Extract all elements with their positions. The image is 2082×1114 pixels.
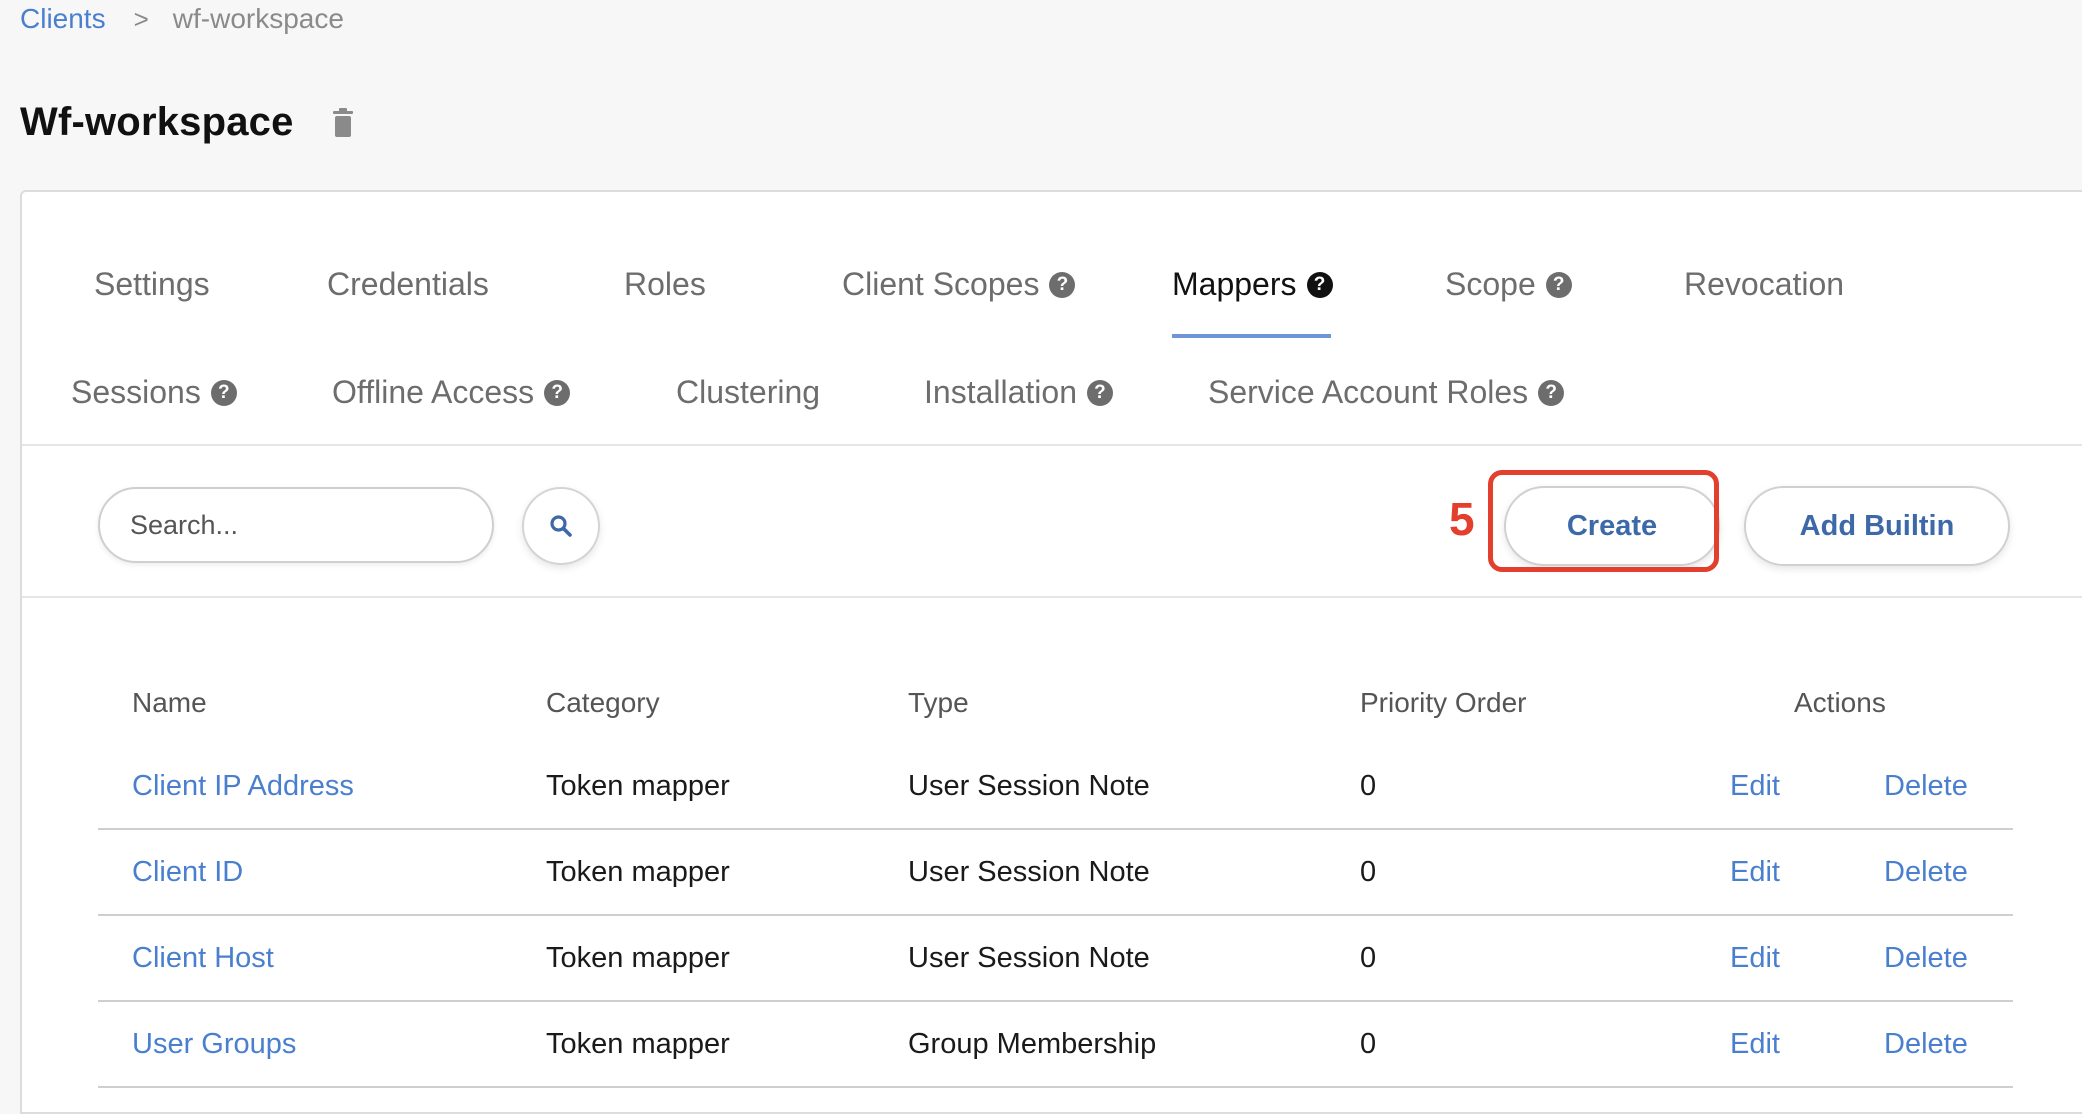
tab-installation[interactable]: Installation ?: [924, 374, 1113, 411]
mapper-name-link[interactable]: User Groups: [132, 1028, 296, 1061]
help-icon[interactable]: ?: [1306, 271, 1333, 298]
tab-label: Installation: [924, 374, 1077, 410]
mapper-category: Token mapper: [546, 856, 730, 888]
column-header-name[interactable]: Name: [132, 687, 207, 719]
mapper-category: Token mapper: [546, 770, 730, 802]
help-icon[interactable]: ?: [1049, 271, 1076, 298]
tab-label: Offline Access: [332, 374, 535, 410]
row-divider: [98, 828, 2013, 830]
edit-link[interactable]: Edit: [1730, 1028, 1780, 1061]
mapper-category: Token mapper: [546, 1028, 730, 1060]
tab-credentials[interactable]: Credentials: [327, 266, 489, 303]
search-button[interactable]: [522, 487, 600, 565]
tab-label: Revocation: [1684, 266, 1845, 302]
mapper-priority: 0: [1360, 942, 1377, 974]
mapper-category: Token mapper: [546, 942, 730, 974]
breadcrumb-chevron-icon: >: [133, 3, 149, 34]
mapper-name-link[interactable]: Client Host: [132, 942, 274, 975]
column-header-type[interactable]: Type: [908, 687, 969, 719]
row-divider: [98, 1086, 2013, 1088]
edit-link[interactable]: Edit: [1730, 942, 1780, 975]
tab-revocation[interactable]: Revocation: [1684, 266, 1844, 303]
edit-link[interactable]: Edit: [1730, 770, 1780, 803]
tab-label: Service Account Roles: [1208, 374, 1529, 410]
tab-label: Roles: [624, 266, 706, 302]
tab-settings[interactable]: Settings: [94, 266, 210, 303]
client-panel: Settings Credentials Roles Client Scopes…: [20, 190, 2082, 1114]
tab-label: Clustering: [676, 374, 821, 410]
help-icon[interactable]: ?: [210, 379, 237, 406]
help-icon[interactable]: ?: [1086, 379, 1113, 406]
search-input[interactable]: [98, 487, 494, 563]
edit-link[interactable]: Edit: [1730, 856, 1780, 889]
delete-link[interactable]: Delete: [1884, 942, 1968, 975]
page-title: Wf-workspace: [20, 100, 294, 144]
breadcrumb-current: wf-workspace: [172, 3, 344, 34]
tab-label: Mappers: [1172, 266, 1297, 302]
tab-roles[interactable]: Roles: [624, 266, 706, 303]
delete-link[interactable]: Delete: [1884, 856, 1968, 889]
annotation-step-number: 5: [1449, 493, 1475, 545]
row-divider: [98, 914, 2013, 916]
breadcrumb: Clients > wf-workspace: [20, 0, 344, 38]
page-header: Wf-workspace: [20, 100, 354, 145]
mapper-priority: 0: [1360, 770, 1377, 802]
mapper-priority: 0: [1360, 856, 1377, 888]
help-icon[interactable]: ?: [1538, 379, 1565, 406]
tab-label: Scope: [1445, 266, 1536, 302]
tab-label: Settings: [94, 266, 210, 302]
mapper-name-link[interactable]: Client IP Address: [132, 770, 354, 803]
mapper-name-link[interactable]: Client ID: [132, 856, 243, 889]
delete-link[interactable]: Delete: [1884, 1028, 1968, 1061]
mapper-type: User Session Note: [908, 856, 1150, 888]
delete-link[interactable]: Delete: [1884, 770, 1968, 803]
help-icon[interactable]: ?: [1545, 271, 1572, 298]
tab-mappers[interactable]: Mappers ?: [1172, 266, 1333, 303]
tab-label: Sessions: [71, 374, 201, 410]
tab-clustering[interactable]: Clustering: [676, 374, 820, 411]
tab-label: Credentials: [327, 266, 489, 302]
tab-label: Client Scopes: [842, 266, 1040, 302]
add-builtin-button[interactable]: Add Builtin: [1744, 486, 2010, 566]
breadcrumb-clients-link[interactable]: Clients: [20, 3, 106, 35]
active-tab-indicator: [1172, 334, 1331, 338]
tab-sessions[interactable]: Sessions ?: [71, 374, 237, 411]
column-header-actions: Actions: [1794, 687, 1886, 718]
annotation-highlight-box: [1488, 470, 1719, 572]
column-header-category[interactable]: Category: [546, 687, 660, 719]
mapper-type: Group Membership: [908, 1028, 1157, 1060]
toolbar-divider: [22, 596, 2082, 598]
tab-offline-access[interactable]: Offline Access ?: [332, 374, 571, 411]
mapper-type: User Session Note: [908, 770, 1150, 802]
tab-client-scopes[interactable]: Client Scopes ?: [842, 266, 1076, 303]
help-icon[interactable]: ?: [544, 379, 571, 406]
tabs-divider: [22, 444, 2082, 446]
column-header-priority[interactable]: Priority Order: [1360, 687, 1526, 719]
trash-icon[interactable]: [332, 107, 354, 138]
mapper-priority: 0: [1360, 1028, 1377, 1060]
mapper-type: User Session Note: [908, 942, 1150, 974]
search-icon: [550, 515, 572, 537]
tab-scope[interactable]: Scope ?: [1445, 266, 1572, 303]
tab-service-account-roles[interactable]: Service Account Roles ?: [1208, 374, 1565, 411]
row-divider: [98, 1000, 2013, 1002]
